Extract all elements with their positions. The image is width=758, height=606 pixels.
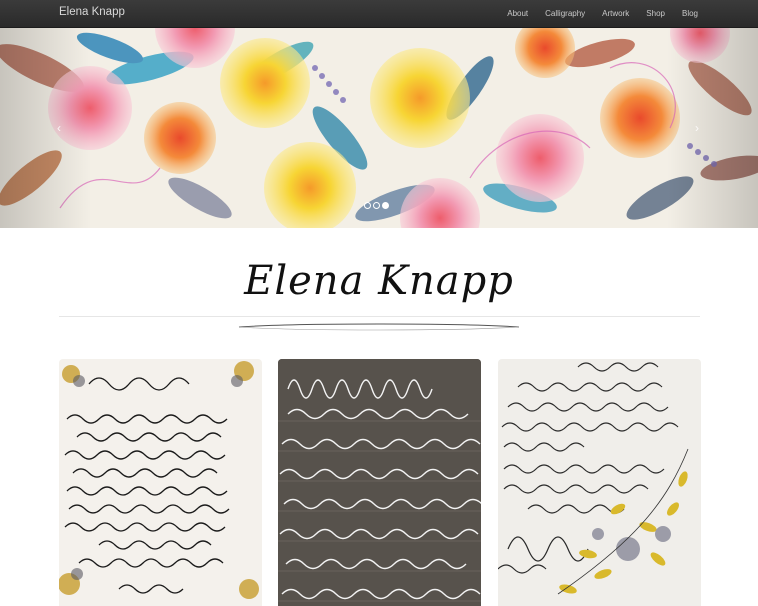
nav-link-calligraphy[interactable]: Calligraphy bbox=[545, 9, 585, 18]
carousel-indicators bbox=[364, 202, 391, 209]
nav-link-shop[interactable]: Shop bbox=[646, 9, 665, 18]
nav-link-about[interactable]: About bbox=[507, 9, 528, 18]
carousel-indicator-active[interactable] bbox=[382, 202, 389, 209]
nav-menu: About Calligraphy Artwork Shop Blog bbox=[490, 0, 698, 27]
calligraphy-artwork-image bbox=[278, 359, 481, 606]
carousel-indicator[interactable] bbox=[373, 202, 380, 209]
nav-link-blog[interactable]: Blog bbox=[682, 9, 698, 18]
page-title: Elena Knapp bbox=[244, 258, 514, 304]
carousel-prev-arrow-icon[interactable]: ‹ bbox=[52, 121, 66, 135]
carousel-indicator[interactable] bbox=[364, 202, 371, 209]
gallery-card-this-marriage[interactable] bbox=[59, 359, 262, 606]
top-navbar: Elena Knapp About Calligraphy Artwork Sh… bbox=[0, 0, 758, 28]
gallery-card-my-vows-forever[interactable] bbox=[278, 359, 481, 606]
watercolor-floral-image bbox=[0, 28, 758, 228]
carousel-next-arrow-icon[interactable]: › bbox=[690, 121, 704, 135]
nav-link-artwork[interactable]: Artwork bbox=[602, 9, 629, 18]
gallery-card-this-marriage-adlene[interactable] bbox=[498, 359, 701, 606]
calligraphy-artwork-image bbox=[498, 362, 689, 595]
divider bbox=[59, 316, 700, 317]
calligraphy-artwork-image bbox=[59, 361, 259, 599]
brand-link[interactable]: Elena Knapp bbox=[59, 6, 125, 18]
flourish-divider-icon bbox=[238, 323, 520, 331]
hero-carousel: ‹ › bbox=[0, 28, 758, 228]
